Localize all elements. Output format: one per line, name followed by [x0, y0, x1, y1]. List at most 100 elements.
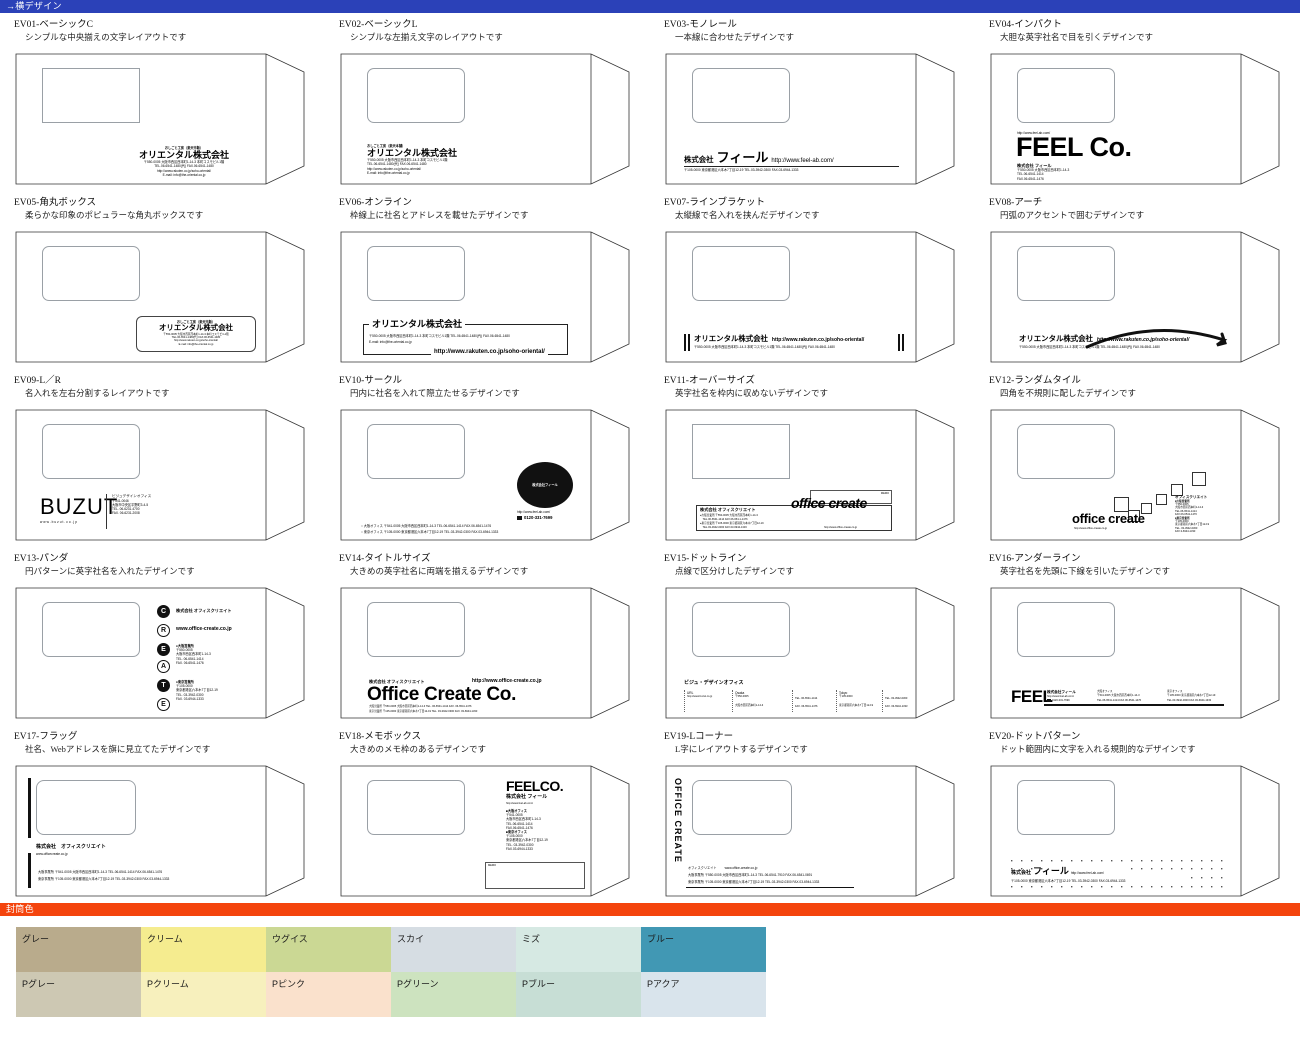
- design-card-ev10[interactable]: EV10-サークル 円内に社名を入れて際立たせるデザインです 株式会社フィール …: [325, 369, 650, 547]
- letter-circle-e: E: [157, 643, 170, 656]
- design-card-ev06[interactable]: EV06-オンライン 枠線上に社名とアドレスを載せたデザインです オリエンタル株…: [325, 191, 650, 369]
- envelope-preview[interactable]: OFFICE CREATE オフィスクリエイト www.office-creat…: [664, 758, 964, 903]
- design-code: EV17-フラッグ: [14, 732, 78, 742]
- rule-line: [684, 166, 899, 167]
- address-window: [1017, 246, 1115, 301]
- letter-circle-t: T: [157, 679, 170, 692]
- design-card-ev14[interactable]: EV14-タイトルサイズ 大きめの英字社名に両端を揃えるデザインです 株式会社 …: [325, 547, 650, 725]
- envelope-preview[interactable]: 株式会社 オフィスクリエイト www.officecreate.co.jp 大阪…: [14, 758, 314, 903]
- address-window: [692, 424, 790, 479]
- swatch-blue[interactable]: ブルー: [641, 927, 766, 972]
- design-card-ev03[interactable]: EV03-モノレール 一本線に合わせたデザインです 株式会社 フィール http…: [650, 13, 975, 191]
- envelope-preview[interactable]: office create http://www.office-create.c…: [989, 402, 1289, 547]
- design-code: EV14-タイトルサイズ: [339, 554, 431, 564]
- flag-bar-bottom: [28, 853, 31, 888]
- envelope-face: 株式会社 フィール http://www.feel-ab.com/ 〒105-0…: [989, 758, 1241, 903]
- design-card-ev16[interactable]: EV16-アンダーライン 英字社名を先頭に下線を引いたデザインです FEEL 株…: [975, 547, 1300, 725]
- brand-logo: FEELCO.: [506, 778, 564, 794]
- envelope-preview[interactable]: おしごと工房（楽天本舗） オリエンタル株式会社 〒550-0005 大阪市西区西…: [339, 46, 639, 191]
- swatch-mizu[interactable]: ミズ: [516, 927, 641, 972]
- envelope-preview[interactable]: 株式会社フィール http://www.feel-ab.com/ 0120-33…: [339, 402, 639, 547]
- design-description: 英字社名を枠内に収めないデザインです: [675, 388, 829, 398]
- company-name: フィール: [1033, 866, 1069, 876]
- design-card-ev20[interactable]: EV20-ドットパターン ドット範囲内に文字を入れる規則的なデザインです 株式会…: [975, 725, 1300, 903]
- color-swatch-area: グレー クリーム ウグイス スカイ ミズ ブルー Pグレー Pクリーム Pピンク…: [0, 916, 1300, 1017]
- company-name: オフィスクリエイト: [688, 866, 717, 870]
- swatch-p-pink[interactable]: Pピンク: [266, 972, 391, 1017]
- company-name: 株式会社 オフィスクリエイト: [36, 844, 106, 850]
- email-line: E-mail: info@the-oriental.co.jp: [367, 170, 410, 175]
- flag-bar-top: [28, 778, 31, 838]
- tokyo-tel-fax: TEL.03-3942-0300 FAX.03-6944-1333: [1167, 699, 1212, 702]
- envelope-face: http://www.feel-ab.com/ FEEL Co. 株式会社 フィ…: [989, 46, 1241, 191]
- underline-rule: [686, 887, 854, 889]
- envelope-preview[interactable]: 株式会社 フィール http://www.feel-ab.com/ 〒105-0…: [989, 758, 1289, 903]
- design-card-ev05[interactable]: EV05-角丸ボックス 柔らかな印象のポピュラーな角丸ボックスです おしごと工房…: [0, 191, 325, 369]
- circle-badge: 株式会社フィール: [517, 462, 573, 508]
- design-card-ev07[interactable]: EV07-ラインブラケット 太縦線で名入れを挟んだデザインです オリエンタル株式…: [650, 191, 975, 369]
- address-line: 〒105-0000 東京都港区六本木7丁目12-19 TEL.03-3942-0…: [684, 168, 799, 172]
- company-name: 株式会社 オフィスクリエイト: [700, 507, 756, 512]
- company-name: 株式会社 フィール: [506, 794, 548, 800]
- design-card-ev04[interactable]: EV04-インパクト 大胆な英字社名で目を引くデザインです http://www…: [975, 13, 1300, 191]
- swatch-p-cream[interactable]: Pクリーム: [141, 972, 266, 1017]
- envelope-preview[interactable]: http://www.feel-ab.com/ FEEL Co. 株式会社 フィ…: [989, 46, 1289, 191]
- envelope-preview[interactable]: オリエンタル株式会社 http://www.rakuten.co.jp/soho…: [989, 224, 1289, 369]
- letter-circle-a: A: [157, 660, 170, 673]
- design-card-ev19[interactable]: EV19-Lコーナー L字にレイアウトするデザインです OFFICE CREAT…: [650, 725, 975, 903]
- swatch-gray[interactable]: グレー: [16, 927, 141, 972]
- swatch-p-blue[interactable]: Pブルー: [516, 972, 641, 1017]
- envelope-preview[interactable]: 株式会社 フィール http://www.feel-ab.com/ 〒105-0…: [664, 46, 964, 191]
- design-card-ev15[interactable]: EV15-ドットライン 点線で区分けしたデザインです ビジュ・デザインオフィス …: [650, 547, 975, 725]
- design-card-ev12[interactable]: EV12-ランダムタイル 四角を不規則に配したデザインです office cre…: [975, 369, 1300, 547]
- osaka-office-line: 大阪営業所 〒550-0005 大阪市西区西本町1-14-3 TEL. 06-6…: [369, 705, 472, 708]
- design-card-ev11[interactable]: EV11-オーバーサイズ 英字社名を枠内に収めないデザインです MEMO 株式会…: [650, 369, 975, 547]
- envelope-preview[interactable]: オリエンタル株式会社 〒550-0005 大阪市西区西本町1-14-3 本町コス…: [339, 224, 639, 369]
- swatch-p-gray[interactable]: Pグレー: [16, 972, 141, 1017]
- address-window: [1017, 68, 1115, 123]
- osaka-office-line: ○ 大阪オフィス 〒541-0005 大阪市西区西本町1-14-3 TEL.06…: [361, 524, 492, 528]
- envelope-preview[interactable]: おしごと工房（楽天市販） オリエンタル株式会社 〒550-0005 大阪市西区西…: [14, 224, 314, 369]
- envelope-preview[interactable]: MEMO 株式会社 オフィスクリエイト ●大阪営業所 〒550-0005 大阪市…: [664, 402, 964, 547]
- address-window: [42, 68, 140, 123]
- envelope-preview[interactable]: FEEL 株式会社フィール http://www.feel-ab.com/ 01…: [989, 580, 1289, 725]
- envelope-face: FEELCO. 株式会社 フィール http://www.feel-ab.com…: [339, 758, 591, 903]
- tile-square: [1114, 497, 1129, 512]
- envelope-face: C R E A T E 株式会社 オフィスクリエイト www.office-cr…: [14, 580, 266, 725]
- address-window: [1017, 780, 1115, 835]
- envelope-preview[interactable]: ビジュ・デザインオフィス URL http://www.buzut.co.jp …: [664, 580, 964, 725]
- envelope-preview[interactable]: C R E A T E 株式会社 オフィスクリエイト www.office-cr…: [14, 580, 314, 725]
- circle-label: 株式会社フィール: [532, 482, 558, 487]
- swatch-sky[interactable]: スカイ: [391, 927, 516, 972]
- url-text: http://www.feel-ab.com/: [771, 158, 834, 164]
- envelope-preview[interactable]: 株式会社 オフィスクリエイト http://www.office-create.…: [339, 580, 639, 725]
- design-code: EV12-ランダムタイル: [989, 376, 1081, 386]
- design-card-ev17[interactable]: EV17-フラッグ 社名、Webアドレスを旗に見立てたデザインです 株式会社 オ…: [0, 725, 325, 903]
- design-card-ev01[interactable]: EV01-ベーシックC シンプルな中央揃えの文字レイアウトです おしごと工房（楽…: [0, 13, 325, 191]
- design-description: 一本線に合わせたデザインです: [675, 32, 795, 42]
- tokyo-tel: TEL. 03-3942-0300: [885, 697, 908, 700]
- swatch-cream[interactable]: クリーム: [141, 927, 266, 972]
- envelope-face: MEMO 株式会社 オフィスクリエイト ●大阪営業所 〒550-0005 大阪市…: [664, 402, 916, 547]
- design-code: EV11-オーバーサイズ: [664, 376, 755, 386]
- envelope-preview[interactable]: FEELCO. 株式会社 フィール http://www.feel-ab.com…: [339, 758, 639, 903]
- bracket-left-2: [688, 334, 690, 351]
- design-card-ev02[interactable]: EV02-ベーシックL シンプルな左揃え文字のレイアウトです おしごと工房（楽天…: [325, 13, 650, 191]
- swatch-uguisu[interactable]: ウグイス: [266, 927, 391, 972]
- envelope-face: OFFICE CREATE オフィスクリエイト www.office-creat…: [664, 758, 916, 903]
- swatch-p-aqua[interactable]: Pアクア: [641, 972, 766, 1017]
- design-card-ev13[interactable]: EV13-パンダ 円パターンに英字社名を入れたデザインです C R E A T …: [0, 547, 325, 725]
- design-card-ev08[interactable]: EV08-アーチ 円弧のアクセントで囲むデザインです オリエンタル株式会社 ht…: [975, 191, 1300, 369]
- company-name: オリエンタル株式会社: [694, 334, 768, 343]
- osaka-head-line: ●大阪営業所 〒550-0005 大阪市西区西本町1-14-3: [700, 514, 758, 517]
- design-card-ev09[interactable]: EV09-L／R 名入れを左右分割するレイアウトです BUZUT www.buz…: [0, 369, 325, 547]
- envelope-preview[interactable]: おしごと工房（楽天市販） オリエンタル株式会社 〒550-0005 大阪市西区西…: [14, 46, 314, 191]
- design-card-ev18[interactable]: EV18-メモボックス 大きめのメモ枠のあるデザインです FEELCO. 株式会…: [325, 725, 650, 903]
- envelope-preview[interactable]: オリエンタル株式会社 http://www.rakuten.co.jp/soho…: [664, 224, 964, 369]
- envelope-preview[interactable]: BUZUT www.buzut.co.jp ビジュデザインオフィス 〒541-0…: [14, 402, 314, 547]
- design-code: EV08-アーチ: [989, 198, 1043, 208]
- bracket-left-1: [684, 334, 686, 351]
- envelope-face: 株式会社 オフィスクリエイト http://www.office-create.…: [339, 580, 591, 725]
- swatch-p-green[interactable]: Pグリーン: [391, 972, 516, 1017]
- tokyo-postal: 〒105-0000: [839, 695, 853, 699]
